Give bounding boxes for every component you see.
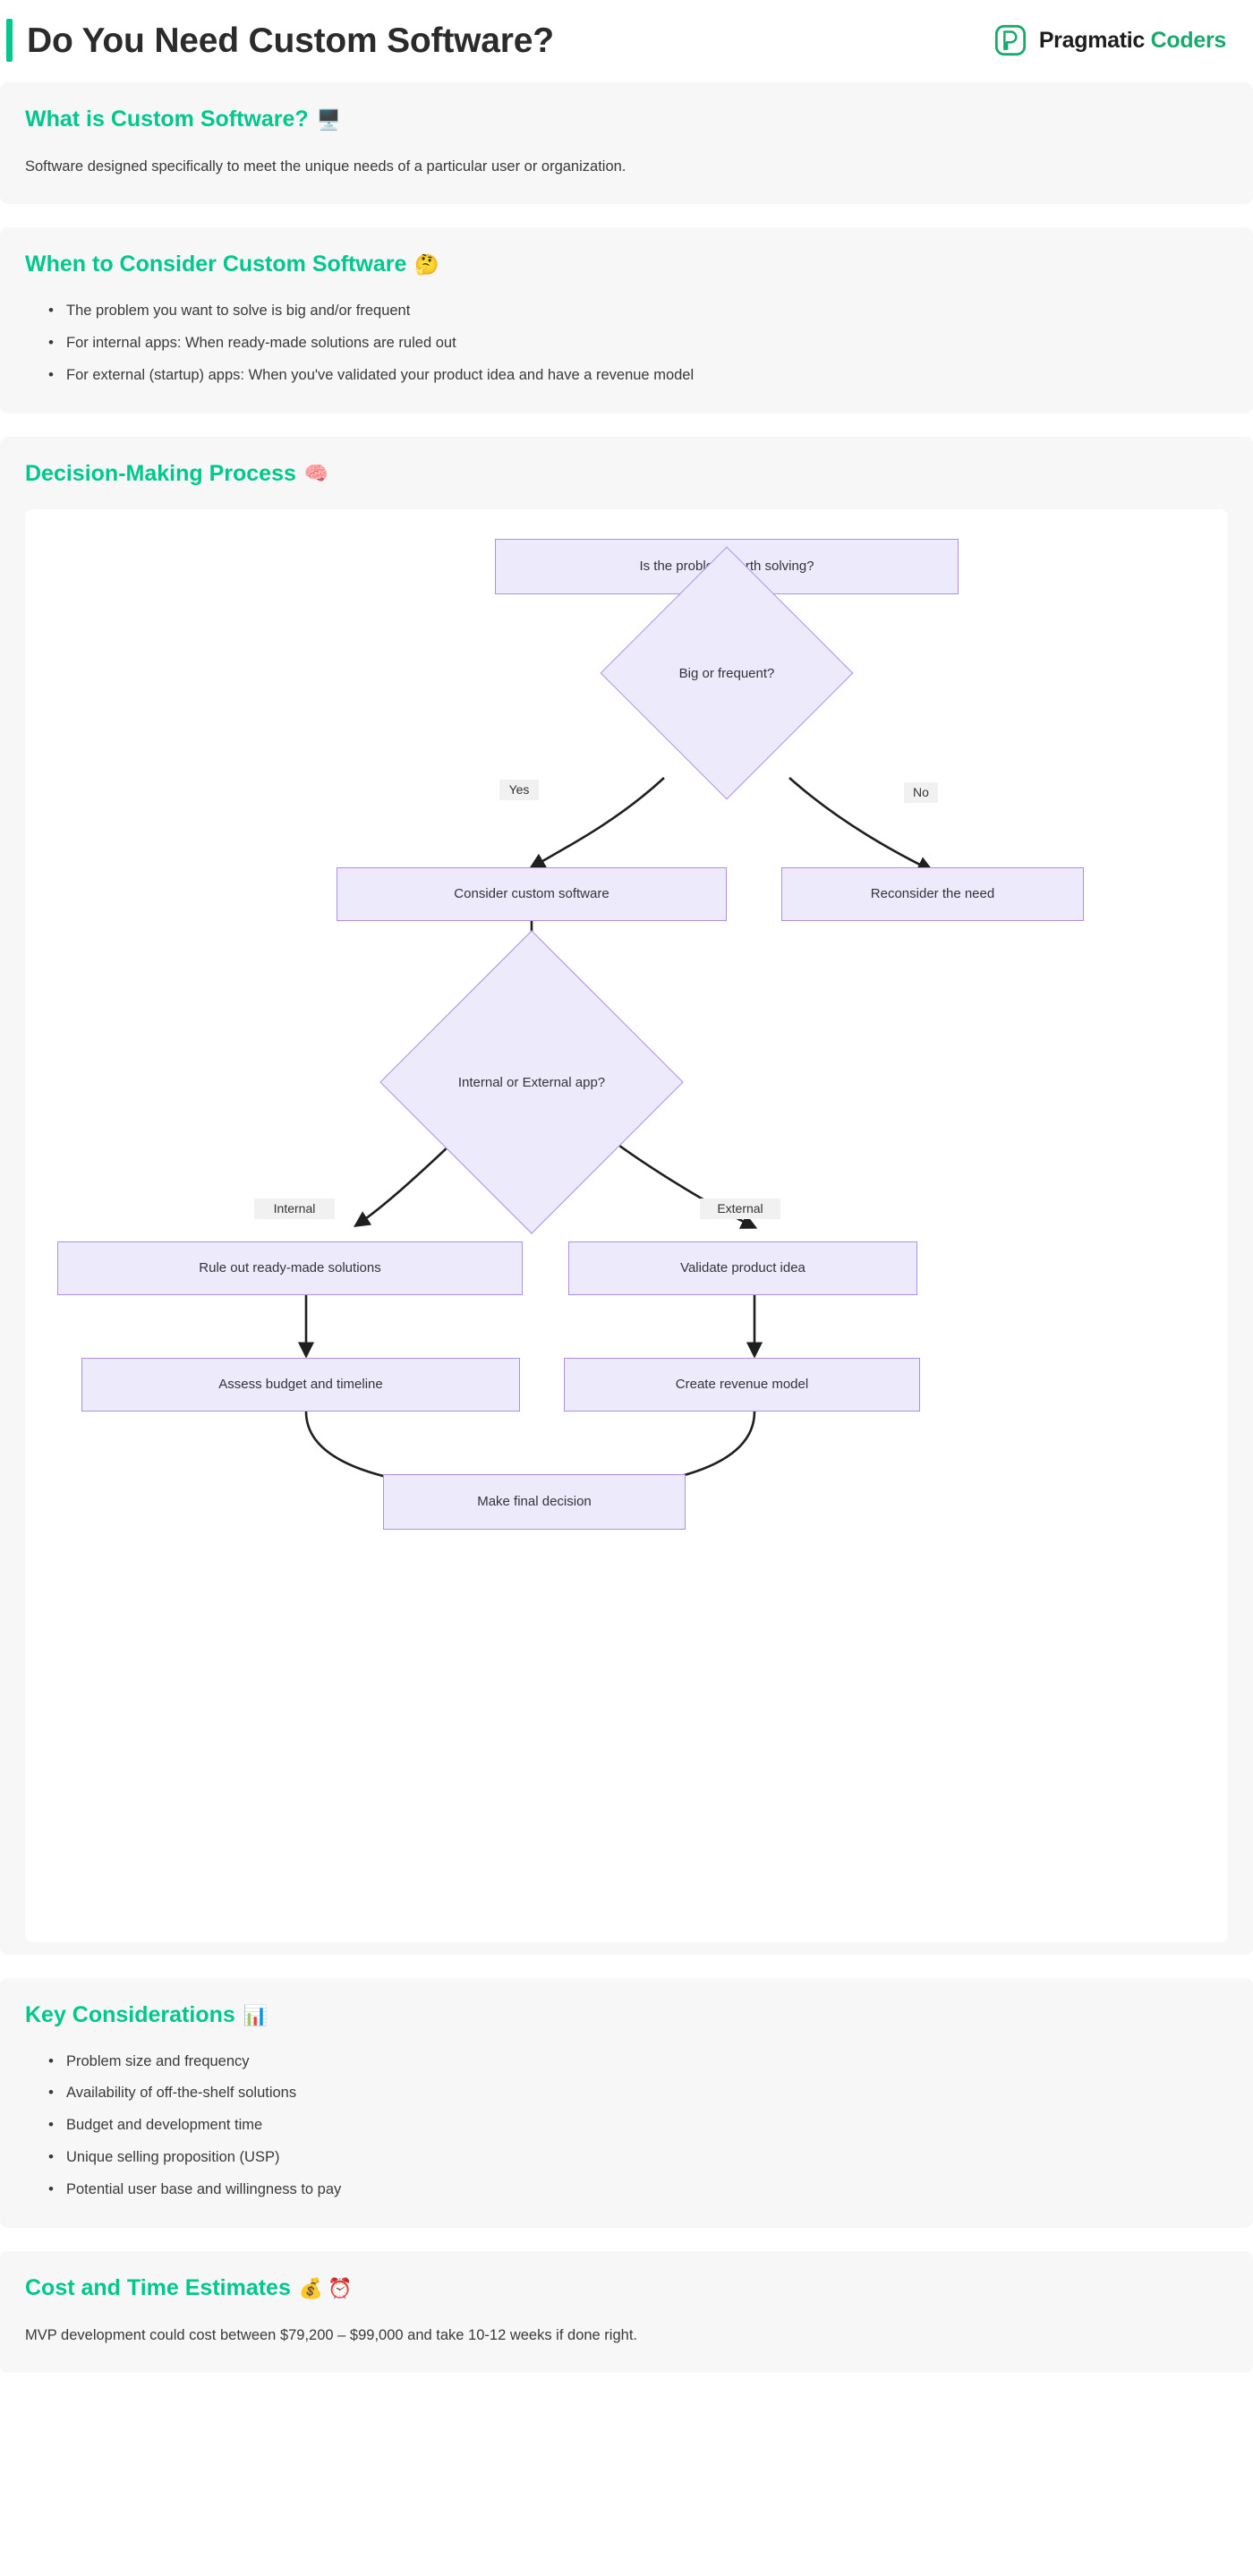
what-is-body-text: Software designed specifically to meet t…	[25, 158, 626, 175]
brain-icon: 🧠	[303, 463, 329, 486]
list-item: Budget and development time	[48, 2114, 1228, 2137]
list-item: Potential user base and willingness to p…	[48, 2179, 1228, 2201]
section-title-key-considerations: Key Considerations	[25, 2002, 235, 2028]
brand-name: Pragmatic Coders	[1039, 28, 1226, 54]
flow-node-label: Consider custom software	[454, 886, 609, 902]
flow-node-validate-product-idea[interactable]: Validate product idea	[568, 1241, 917, 1296]
flow-node-make-final-decision[interactable]: Make final decision	[383, 1474, 686, 1531]
list-item: Problem size and frequency	[48, 2051, 1228, 2073]
edge-label-internal: Internal	[254, 1198, 335, 1219]
page-title: Do You Need Custom Software?	[27, 21, 554, 60]
flow-node-label: Rule out ready-made solutions	[199, 1260, 381, 1276]
section-heading-decision-process: Decision-Making Process 🧠	[25, 460, 1228, 487]
key-considerations-list: Problem size and frequency Availability …	[25, 2051, 1228, 2202]
desktop-computer-icon: 🖥️	[316, 108, 342, 132]
list-item: For internal apps: When ready-made solut…	[48, 332, 1228, 354]
section-when-to-consider: When to Consider Custom Software 🤔 The p…	[0, 227, 1253, 414]
pragmatic-coders-logo-icon	[993, 23, 1027, 57]
flow-decision-big-or-frequent[interactable]: Big or frequent?	[600, 546, 854, 800]
section-key-considerations: Key Considerations 📊 Problem size and fr…	[0, 1978, 1253, 2229]
flow-node-label: Create revenue model	[675, 1377, 809, 1393]
flow-node-label: Validate product idea	[680, 1260, 806, 1276]
section-heading-what-is: What is Custom Software? 🖥️	[25, 107, 1228, 132]
flow-node-label: Assess budget and timeline	[218, 1377, 383, 1393]
flow-node-reconsider-the-need[interactable]: Reconsider the need	[781, 867, 1084, 922]
title-group: Do You Need Custom Software?	[0, 19, 554, 62]
flow-node-consider-custom-software[interactable]: Consider custom software	[337, 867, 727, 922]
flow-node-label: Internal or External app?	[457, 1074, 606, 1090]
section-heading-when-to-consider: When to Consider Custom Software 🤔	[25, 252, 1228, 277]
decision-flowchart: Is the problem worth solving? Big or fre…	[25, 509, 1228, 1943]
brand-name-first: Pragmatic	[1038, 27, 1145, 53]
flow-node-label: Big or frequent?	[678, 665, 775, 681]
brand-name-second: Coders	[1150, 27, 1227, 53]
edge-label-yes: Yes	[499, 780, 539, 800]
section-cost-and-time-estimates: Cost and Time Estimates 💰 ⏰ MVP developm…	[0, 2251, 1253, 2374]
when-to-consider-list: The problem you want to solve is big and…	[25, 300, 1228, 387]
title-accent-bar	[6, 19, 13, 62]
cost-time-body-text: MVP development could cost between $79,2…	[25, 2326, 637, 2343]
edge-label-no: No	[904, 782, 938, 803]
section-heading-key-considerations: Key Considerations 📊	[25, 2003, 1228, 2028]
flow-node-label: Reconsider the need	[870, 886, 995, 902]
section-what-is-custom-software: What is Custom Software? 🖥️ Software des…	[0, 82, 1253, 205]
list-item: For external (startup) apps: When you've…	[48, 364, 1228, 387]
section-title-what-is: What is Custom Software?	[25, 107, 309, 132]
brand-logo[interactable]: Pragmatic Coders	[993, 23, 1226, 57]
section-title-cost-time: Cost and Time Estimates	[25, 2275, 291, 2301]
flow-node-create-revenue-model[interactable]: Create revenue model	[564, 1358, 920, 1412]
section-decision-making-process: Decision-Making Process 🧠 Big or frequen…	[0, 436, 1253, 1956]
section-heading-cost-time: Cost and Time Estimates 💰 ⏰	[25, 2276, 1228, 2301]
page-header: Do You Need Custom Software? Pragmatic C…	[0, 0, 1253, 82]
list-item: The problem you want to solve is big and…	[48, 300, 1228, 322]
list-item: Unique selling proposition (USP)	[48, 2146, 1228, 2169]
section-title-when-to-consider: When to Consider Custom Software	[25, 252, 407, 277]
alarm-clock-icon: ⏰	[328, 2277, 353, 2300]
section-title-decision-process: Decision-Making Process	[25, 460, 296, 486]
thinking-face-icon: 🤔	[414, 254, 439, 277]
bar-chart-icon: 📊	[243, 2004, 268, 2027]
flow-node-assess-budget-timeline[interactable]: Assess budget and timeline	[81, 1358, 520, 1412]
flow-node-rule-out-ready-made[interactable]: Rule out ready-made solutions	[57, 1241, 523, 1296]
flowchart-connectors	[297, 608, 934, 1499]
money-bag-icon: 💰	[298, 2277, 324, 2300]
list-item: Availability of off-the-shelf solutions	[48, 2082, 1228, 2104]
edge-label-external: External	[700, 1198, 780, 1219]
flow-node-label: Make final decision	[477, 1494, 592, 1510]
flow-decision-internal-or-external[interactable]: Internal or External app?	[379, 930, 684, 1234]
